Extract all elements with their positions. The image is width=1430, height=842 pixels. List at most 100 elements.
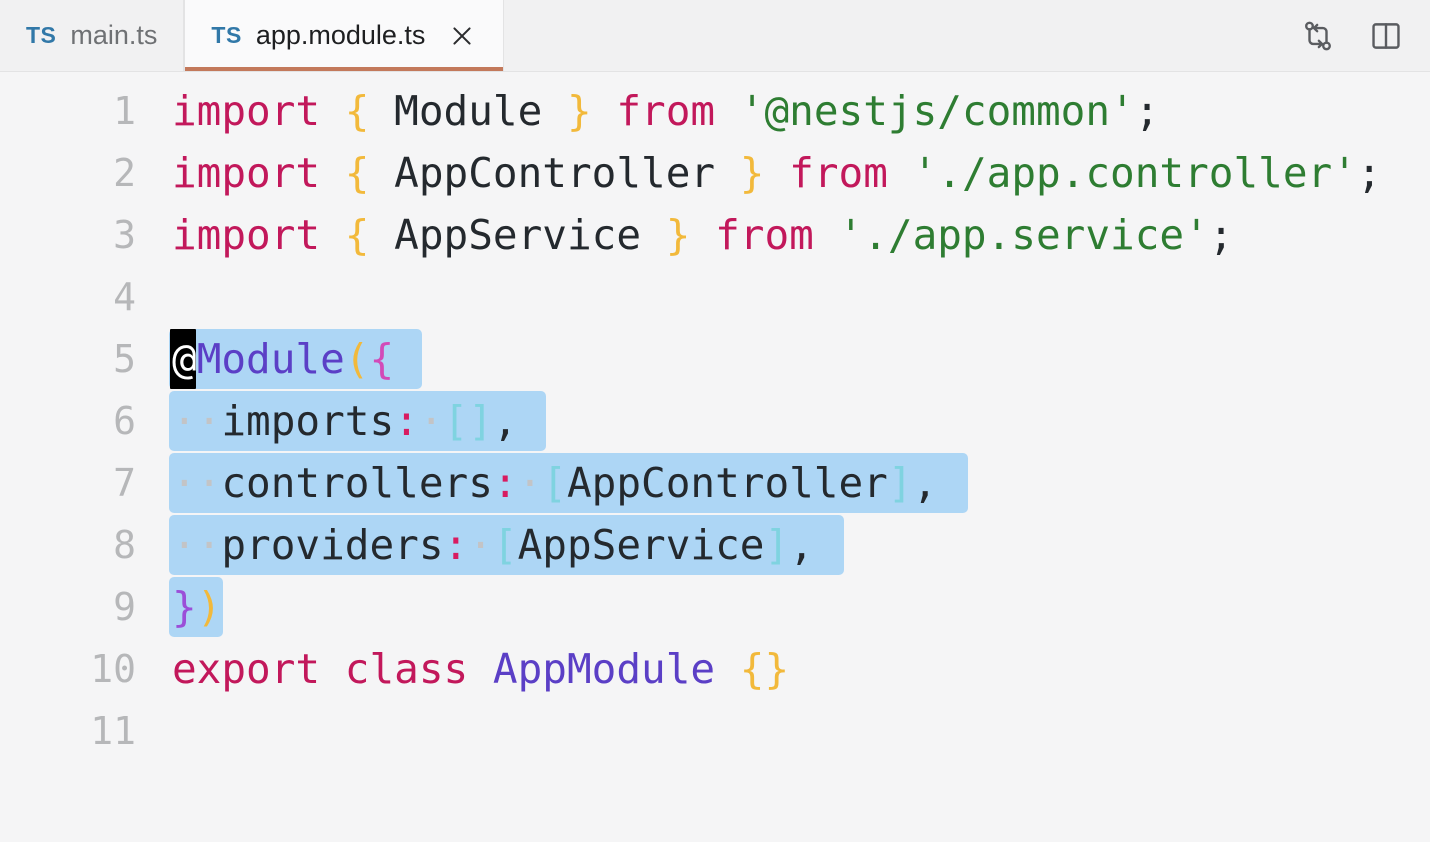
code-token: export bbox=[172, 645, 321, 693]
code-token: · bbox=[172, 397, 197, 445]
line-number: 3 bbox=[113, 213, 136, 257]
editor-actions bbox=[1294, 0, 1430, 71]
code-line[interactable]: 1 import { Module } from '@nestjs/common'… bbox=[0, 80, 1430, 142]
code-token: AppModule bbox=[492, 645, 716, 693]
code-line[interactable]: 2 import { AppController } from './app.co… bbox=[0, 142, 1430, 204]
line-content[interactable]: }) bbox=[172, 576, 221, 638]
line-content[interactable]: import { AppService } from './app.servic… bbox=[172, 204, 1233, 266]
code-editor-pane[interactable]: @ 1 import { Module } from '@nestjs/commo… bbox=[0, 72, 1430, 842]
code-token: · bbox=[172, 459, 197, 507]
code-token: : bbox=[443, 521, 469, 569]
line-number: 4 bbox=[113, 275, 136, 319]
code-token: ) bbox=[196, 583, 222, 631]
code-token: ] bbox=[468, 397, 493, 445]
line-content[interactable]: ··providers:·[AppService], bbox=[172, 514, 814, 576]
code-line[interactable]: 9}) bbox=[0, 576, 1430, 638]
code-token: AppService bbox=[517, 521, 765, 569]
code-token: : bbox=[492, 459, 518, 507]
typescript-file-icon: TS bbox=[26, 22, 57, 48]
code-token: ; bbox=[1134, 87, 1160, 135]
code-token: from bbox=[715, 211, 814, 259]
code-token: { bbox=[369, 335, 395, 383]
line-content[interactable]: import { AppController } from './app.con… bbox=[172, 142, 1382, 204]
line-number: 5 bbox=[113, 337, 136, 381]
line-number: 1 bbox=[113, 89, 136, 133]
tab-app-module-ts[interactable]: TS app.module.ts bbox=[184, 0, 505, 71]
code-token: providers bbox=[221, 521, 444, 569]
line-number: 2 bbox=[113, 151, 136, 195]
close-icon[interactable] bbox=[447, 21, 477, 51]
split-editor-icon[interactable] bbox=[1362, 12, 1410, 60]
code-line[interactable]: 8 ··providers:·[AppService], bbox=[0, 514, 1430, 576]
line-number: 10 bbox=[90, 647, 136, 691]
code-token: from bbox=[789, 149, 888, 197]
code-line[interactable]: 5 @Module({ bbox=[0, 328, 1430, 390]
tab-label: main.ts bbox=[70, 20, 158, 50]
code-token: } bbox=[739, 149, 765, 197]
line-number: 7 bbox=[113, 461, 136, 505]
code-token: import bbox=[172, 149, 321, 197]
code-token: ] bbox=[887, 459, 913, 507]
code-token: · bbox=[468, 521, 493, 569]
line-content[interactable]: ··imports:·[], bbox=[172, 390, 518, 452]
code-token: imports bbox=[221, 397, 395, 445]
code-token: { bbox=[344, 87, 370, 135]
code-token: , bbox=[912, 459, 938, 507]
code-token: './app.controller' bbox=[912, 149, 1357, 197]
code-token: ; bbox=[1208, 211, 1234, 259]
tab-list: TS main.ts TS app.module.ts bbox=[0, 0, 505, 71]
code-line[interactable]: 4 bbox=[0, 266, 1430, 328]
line-content[interactable]: ··controllers:·[AppController], bbox=[172, 452, 937, 514]
code-token: AppService bbox=[394, 211, 642, 259]
line-number: 9 bbox=[113, 585, 136, 629]
code-token: , bbox=[789, 521, 814, 569]
code-token: './app.service' bbox=[838, 211, 1209, 259]
line-content[interactable]: @Module({ bbox=[172, 328, 394, 390]
code-token: · bbox=[196, 521, 222, 569]
code-token: import bbox=[172, 211, 321, 259]
editor-window: TS main.ts TS app.module.ts @ 1 import {… bbox=[0, 0, 1430, 842]
code-token: · bbox=[517, 459, 543, 507]
git-compare-icon[interactable] bbox=[1294, 12, 1342, 60]
code-line[interactable]: 6 ··imports:·[], bbox=[0, 390, 1430, 452]
code-token: } bbox=[172, 583, 197, 631]
code-line[interactable]: 10 export class AppModule {} bbox=[0, 638, 1430, 700]
code-token: [ bbox=[542, 459, 567, 507]
code-token: } bbox=[764, 645, 790, 693]
code-line[interactable]: 11 bbox=[0, 700, 1430, 762]
code-line[interactable]: 7 ··controllers:·[AppController], bbox=[0, 452, 1430, 514]
code-token: Module bbox=[394, 87, 543, 135]
code-token: · bbox=[172, 521, 197, 569]
code-token: from bbox=[616, 87, 716, 135]
code-token: controllers bbox=[221, 459, 493, 507]
code-line[interactable]: 3 import { AppService } from './app.servi… bbox=[0, 204, 1430, 266]
code-token: ; bbox=[1356, 149, 1382, 197]
code-token: ( bbox=[344, 335, 370, 383]
line-content[interactable]: import { Module } from '@nestjs/common'; bbox=[172, 80, 1159, 142]
line-number: 11 bbox=[90, 709, 136, 753]
code-token: } bbox=[566, 87, 592, 135]
code-token: [ bbox=[492, 521, 518, 569]
code-token: { bbox=[344, 149, 370, 197]
code-token: AppController bbox=[566, 459, 888, 507]
code-token: : bbox=[394, 397, 419, 445]
code-token: AppController bbox=[394, 149, 716, 197]
line-number: 8 bbox=[113, 523, 136, 567]
line-content[interactable]: export class AppModule {} bbox=[172, 638, 789, 700]
code-token: , bbox=[492, 397, 518, 445]
editor-tab-bar: TS main.ts TS app.module.ts bbox=[0, 0, 1430, 72]
tab-main-ts[interactable]: TS main.ts bbox=[0, 0, 185, 71]
